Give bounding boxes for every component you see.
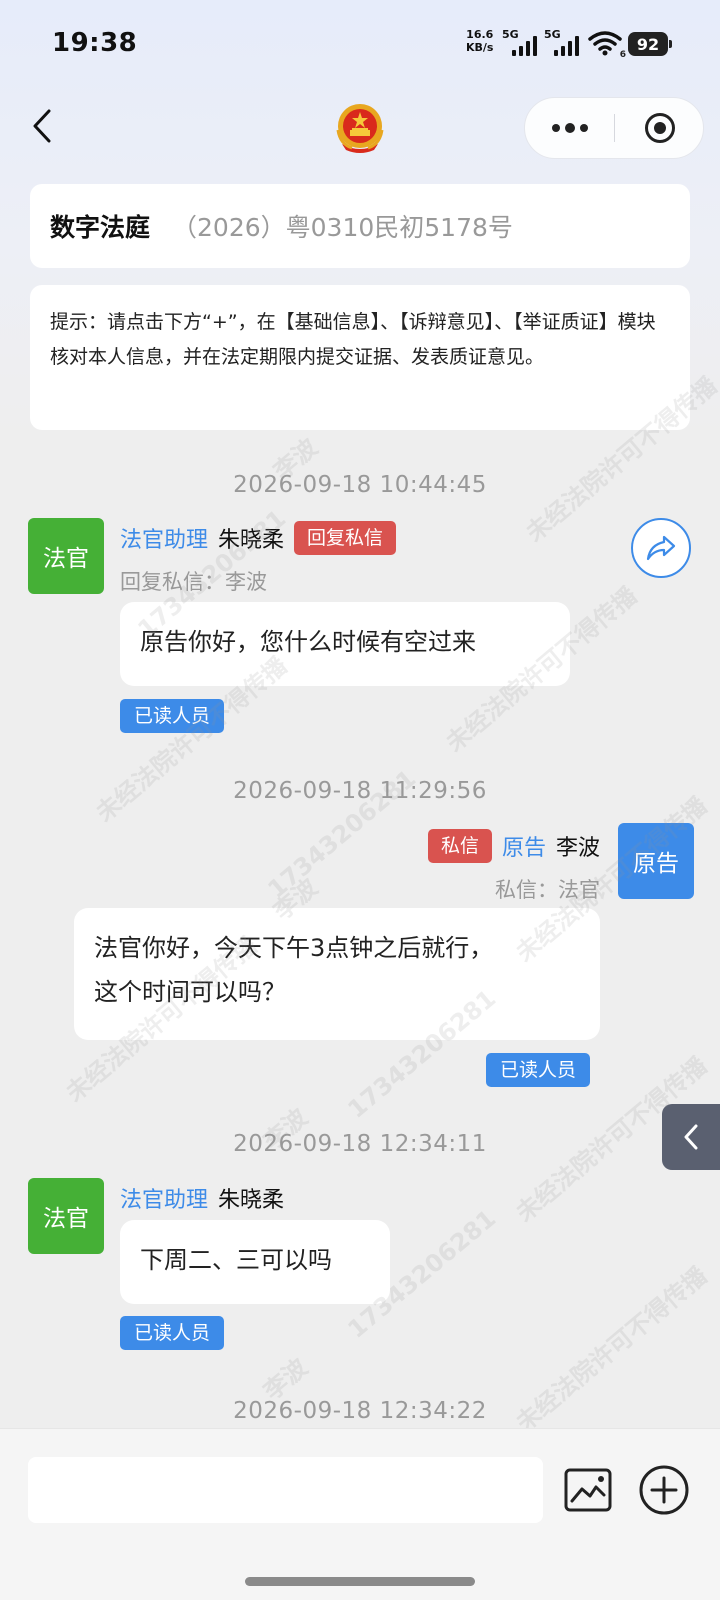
- plus-circle-icon: [639, 1465, 689, 1515]
- image-icon: [564, 1468, 612, 1512]
- private-target: 回复私信：李波: [120, 570, 267, 594]
- wifi-icon: 6: [588, 30, 626, 60]
- more-button[interactable]: [525, 98, 614, 158]
- status-bar: 19:38 16.6 KB/s 5G 5G 6 92: [0, 0, 720, 90]
- message-timestamp: 2026-09-18 10:44:45: [233, 472, 487, 498]
- sender-name: 朱晓柔: [218, 1188, 285, 1213]
- sender-name: 李波: [555, 836, 600, 861]
- case-title-card: 数字法庭 （2026）粤0310民初5178号: [30, 184, 690, 268]
- message-timestamp: 2026-09-18 12:34:11: [233, 1131, 487, 1157]
- private-reply-tag: 回复私信: [294, 521, 397, 555]
- message-timestamp: 2026-09-18 12:34:22: [233, 1398, 487, 1424]
- sender-name: 朱晓柔: [218, 528, 285, 553]
- net-speed: 16.6 KB/s: [466, 28, 493, 54]
- bottom-input-bar: [0, 1428, 720, 1600]
- signal-sim1-icon: 5G: [502, 28, 540, 56]
- share-button[interactable]: [631, 518, 691, 578]
- message-input[interactable]: [28, 1457, 543, 1523]
- message-timestamp: 2026-09-18 11:29:56: [233, 778, 487, 804]
- avatar[interactable]: 法官: [28, 1178, 104, 1254]
- message-text-line: 这个时间可以吗？: [94, 978, 286, 1006]
- home-indicator: [245, 1577, 475, 1586]
- sender-row: 私信 原告 李波: [427, 828, 600, 864]
- tip-card: 提示：请点击下方“+”，在【基础信息】、【诉辩意见】、【举证质证】模块核对本人信…: [30, 285, 690, 430]
- sender-role: 原告: [501, 836, 546, 861]
- read-members-button[interactable]: 已读人员: [120, 699, 225, 733]
- add-button[interactable]: [638, 1464, 690, 1516]
- net-speed-unit: KB/s: [466, 41, 494, 54]
- battery-indicator: 92: [628, 32, 672, 56]
- tip-text: 提示：请点击下方“+”，在【基础信息】、【诉辩意见】、【举证质证】模块核对本人信…: [50, 311, 656, 368]
- read-members-button[interactable]: 已读人员: [486, 1053, 591, 1087]
- private-target: 私信：法官: [495, 878, 600, 902]
- side-panel-toggle[interactable]: [662, 1104, 720, 1170]
- message-bubble[interactable]: 下周二、三可以吗: [120, 1220, 390, 1304]
- national-emblem-icon: [332, 100, 388, 156]
- net-speed-value: 16.6: [466, 28, 494, 41]
- chevron-left-icon: [684, 1124, 698, 1150]
- sender-row: 法官助理 朱晓柔 回复私信: [120, 520, 397, 556]
- chevron-left-icon: [33, 109, 51, 143]
- target-close-icon: [644, 113, 675, 143]
- signal-sim2-icon: 5G: [544, 28, 582, 56]
- share-forward-icon: [646, 535, 676, 561]
- status-time: 19:38: [52, 28, 138, 58]
- mini-program-capsule: [524, 97, 704, 159]
- page-title: 数字法庭: [50, 213, 151, 242]
- read-members-button[interactable]: 已读人员: [120, 1316, 225, 1350]
- back-button[interactable]: [22, 104, 62, 148]
- case-number: （2026）粤0310民初5178号: [172, 213, 513, 242]
- more-dots-icon: [551, 124, 560, 132]
- avatar[interactable]: 法官: [28, 518, 104, 594]
- message-bubble[interactable]: 法官你好，今天下午3点钟之后就行， 这个时间可以吗？: [74, 908, 600, 1040]
- wifi-sub-label: 6: [619, 50, 626, 60]
- private-message-tag: 私信: [427, 829, 492, 863]
- sender-row: 法官助理 朱晓柔: [120, 1180, 284, 1216]
- sender-role: 法官助理: [120, 1188, 209, 1213]
- close-button[interactable]: [615, 98, 704, 158]
- avatar[interactable]: 原告: [618, 823, 694, 899]
- message-bubble[interactable]: 原告你好，您什么时候有空过来: [120, 602, 570, 686]
- message-text-line: 法官你好，今天下午3点钟之后就行，: [94, 934, 494, 962]
- sender-role: 法官助理: [120, 528, 209, 553]
- image-button[interactable]: [563, 1467, 613, 1513]
